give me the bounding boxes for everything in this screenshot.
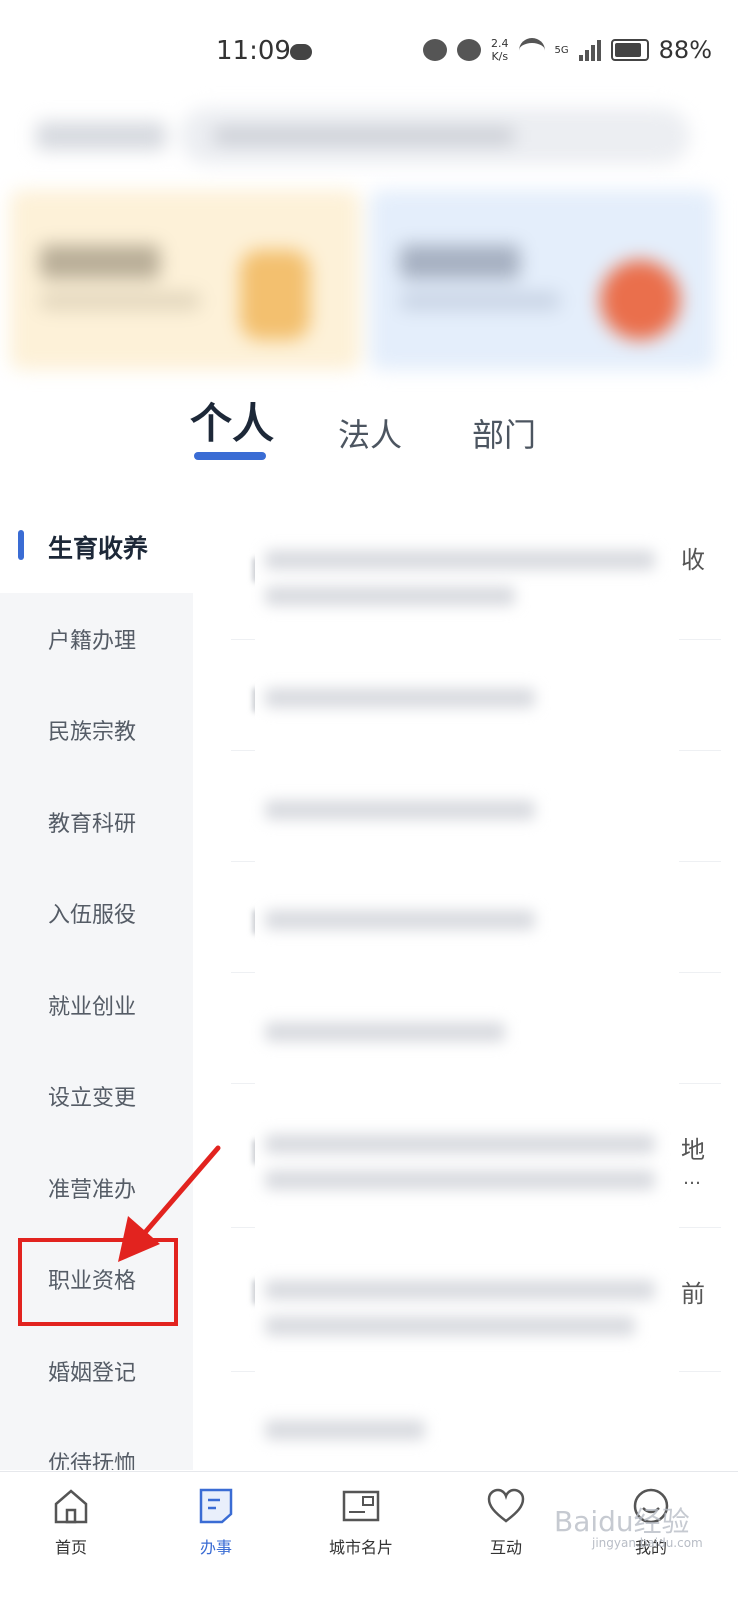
battery-level: 88% <box>658 36 712 64</box>
sidebar-item-label: 生育收养 <box>48 533 149 563</box>
speed-unit: K/s <box>491 50 509 63</box>
city-selector[interactable] <box>36 122 166 150</box>
sidebar-item-label: 优待抚恤 <box>48 1452 137 1470</box>
tab-legal-person[interactable]: 法人 <box>338 410 402 456</box>
network-speed: 2.4 K/s <box>491 37 509 63</box>
status-icons: 2.4 K/s 5G 88% <box>423 36 712 64</box>
speed-value: 2.4 <box>491 37 509 50</box>
text-fragment: 前 <box>681 1280 705 1308</box>
mute-bell-icon <box>457 39 482 61</box>
sidebar-item-label: 婚姻登记 <box>48 1360 137 1386</box>
document-icon <box>196 1486 236 1526</box>
postcard-icon <box>341 1486 381 1526</box>
sidebar-item-label: 户籍办理 <box>48 628 137 654</box>
home-icon <box>51 1486 91 1526</box>
sidebar-item-label: 准营准办 <box>48 1177 137 1203</box>
watermark: Baidu经验 <box>554 1505 690 1538</box>
text-fragment: … <box>683 1168 701 1189</box>
service-list: 收 地 … 前 <box>193 500 738 1470</box>
sidebar-item-label: 教育科研 <box>48 811 137 837</box>
tab-department[interactable]: 部门 <box>472 410 536 456</box>
banner-left[interactable] <box>10 190 360 370</box>
bottom-nav-interaction[interactable]: 互动 <box>451 1472 561 1572</box>
bottom-nav-label: 首页 <box>54 1538 87 1557</box>
bottom-nav-label: 城市名片 <box>328 1538 393 1557</box>
bottom-nav-services[interactable]: 办事 <box>161 1472 271 1572</box>
bottom-nav-label: 办事 <box>199 1538 232 1557</box>
active-indicator <box>18 530 24 560</box>
network-type: 5G <box>554 44 569 56</box>
text-fragment: 收 <box>681 546 705 574</box>
alarm-icon <box>423 39 448 61</box>
text-fragment: 地 <box>681 1136 705 1164</box>
signal-icon <box>578 39 601 61</box>
bottom-nav-home[interactable]: 首页 <box>16 1472 126 1572</box>
status-bar: 11:09 2.4 K/s 5G 88% <box>0 0 738 100</box>
annotation-highlight-box <box>18 1238 178 1326</box>
sidebar-item-ethnic-religion[interactable]: 民族宗教 <box>0 685 193 777</box>
sidebar-item-preferential[interactable]: 优待抚恤 <box>0 1417 193 1470</box>
blurred-content <box>255 540 679 1460</box>
sidebar-item-label: 民族宗教 <box>48 720 137 746</box>
sidebar-item-marriage[interactable]: 婚姻登记 <box>0 1325 193 1417</box>
active-tab-indicator <box>194 452 266 460</box>
sidebar-item-birth-adoption[interactable]: 生育收养 <box>0 500 193 593</box>
sidebar-item-household[interactable]: 户籍办理 <box>0 593 193 685</box>
sidebar-item-label: 设立变更 <box>48 1086 137 1112</box>
battery-icon <box>610 39 649 61</box>
sidebar-item-employment[interactable]: 就业创业 <box>0 959 193 1051</box>
wifi-icon <box>518 37 545 63</box>
message-icon <box>290 44 312 60</box>
sidebar-item-label: 入伍服役 <box>48 903 137 929</box>
category-tabs: 个人 法人 部门 <box>0 396 738 476</box>
status-time: 11:09 <box>216 36 291 66</box>
banner-right[interactable] <box>370 190 715 370</box>
sidebar-item-establishment[interactable]: 设立变更 <box>0 1051 193 1143</box>
banner-area <box>10 190 715 370</box>
search-input[interactable] <box>180 108 690 164</box>
watermark-url: jingyan.baidu.com <box>592 1536 703 1550</box>
heart-icon <box>486 1486 526 1526</box>
search-area[interactable] <box>20 108 710 164</box>
sidebar-item-permits[interactable]: 准营准办 <box>0 1142 193 1234</box>
tab-personal[interactable]: 个人 <box>190 390 274 451</box>
sidebar-item-military[interactable]: 入伍服役 <box>0 868 193 960</box>
sidebar-item-education[interactable]: 教育科研 <box>0 776 193 868</box>
bottom-nav-city-card[interactable]: 城市名片 <box>306 1472 416 1572</box>
sidebar-item-label: 就业创业 <box>48 994 137 1020</box>
bottom-nav-label: 互动 <box>489 1538 522 1557</box>
